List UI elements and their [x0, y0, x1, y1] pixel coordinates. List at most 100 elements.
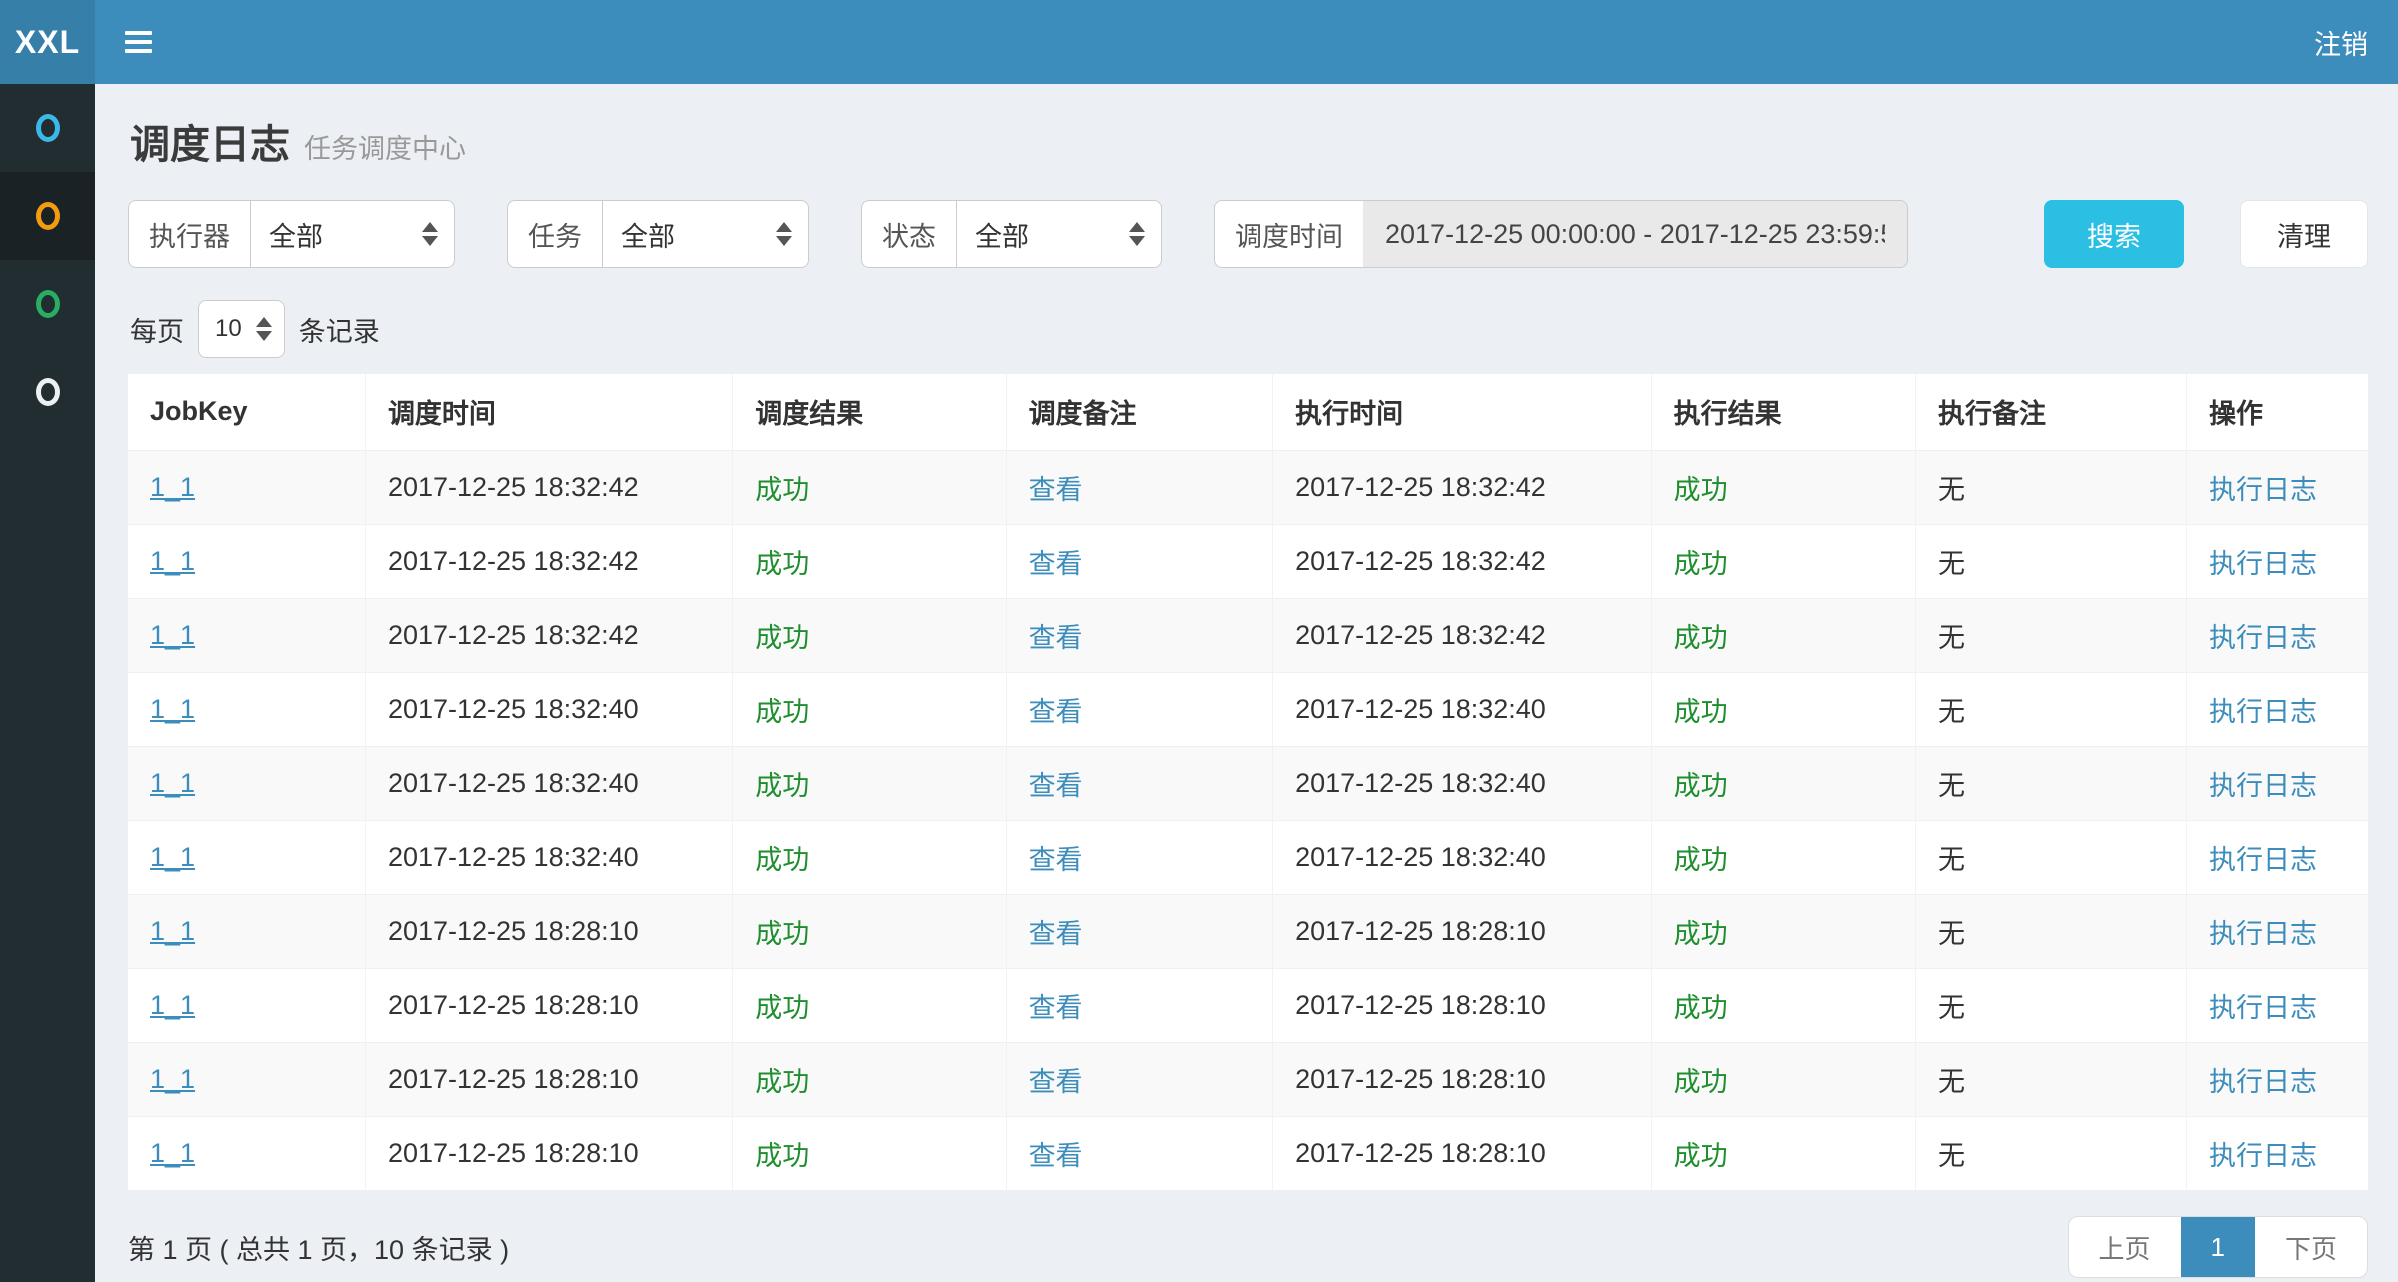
- handle-result-cell: 成功: [1674, 845, 1728, 875]
- status-filter-select[interactable]: 全部: [956, 200, 1162, 268]
- table-row: 1_12017-12-25 18:28:10成功查看2017-12-25 18:…: [128, 1116, 2368, 1190]
- table-cell: 无: [1915, 450, 2186, 524]
- trigger-remark-link[interactable]: 查看: [1029, 475, 1083, 505]
- table-row: 1_12017-12-25 18:32:40成功查看2017-12-25 18:…: [128, 672, 2368, 746]
- table-cell: 成功: [733, 1042, 1006, 1116]
- search-button[interactable]: 搜索: [2044, 200, 2184, 268]
- table-cell: 成功: [733, 894, 1006, 968]
- jobkey-link[interactable]: 1_1: [150, 546, 195, 576]
- handle-result-cell: 成功: [1674, 623, 1728, 653]
- handle-result-cell: 成功: [1674, 919, 1728, 949]
- trigger-remark-link[interactable]: 查看: [1029, 919, 1083, 949]
- column-header: 调度备注: [1006, 374, 1273, 450]
- sidebar-item-3[interactable]: [0, 260, 95, 348]
- exec-log-link[interactable]: 执行日志: [2209, 623, 2317, 653]
- table-cell: 查看: [1006, 894, 1273, 968]
- handle-remark-cell: 无: [1938, 1141, 1965, 1171]
- table-cell: 2017-12-25 18:32:42: [1273, 524, 1652, 598]
- jobkey-link[interactable]: 1_1: [150, 916, 195, 946]
- trigger-remark-link[interactable]: 查看: [1029, 771, 1083, 801]
- table-cell: 成功: [733, 968, 1006, 1042]
- exec-log-link[interactable]: 执行日志: [2209, 771, 2317, 801]
- trigger-remark-link[interactable]: 查看: [1029, 549, 1083, 579]
- handle-time-cell: 2017-12-25 18:28:10: [1295, 916, 1546, 946]
- column-header: 执行备注: [1915, 374, 2186, 450]
- jobkey-link[interactable]: 1_1: [150, 990, 195, 1020]
- circle-icon: [36, 202, 60, 230]
- page-size-value: 10: [215, 315, 242, 343]
- trigger-time-range-input[interactable]: [1363, 200, 1908, 268]
- jobkey-link[interactable]: 1_1: [150, 842, 195, 872]
- trigger-remark-link[interactable]: 查看: [1029, 623, 1083, 653]
- table-cell: 2017-12-25 18:28:10: [365, 1042, 732, 1116]
- jobkey-link[interactable]: 1_1: [150, 768, 195, 798]
- table-cell: 执行日志: [2187, 598, 2369, 672]
- jobkey-link[interactable]: 1_1: [150, 472, 195, 502]
- handle-time-cell: 2017-12-25 18:28:10: [1295, 990, 1546, 1020]
- handle-result-cell: 成功: [1674, 771, 1728, 801]
- table-cell: 无: [1915, 894, 2186, 968]
- trigger-remark-link[interactable]: 查看: [1029, 697, 1083, 727]
- exec-log-link[interactable]: 执行日志: [2209, 919, 2317, 949]
- page-size-select[interactable]: 10: [198, 300, 285, 358]
- sidebar-item-1[interactable]: [0, 84, 95, 172]
- exec-log-link[interactable]: 执行日志: [2209, 697, 2317, 727]
- trigger-remark-link[interactable]: 查看: [1029, 845, 1083, 875]
- current-page-button[interactable]: 1: [2181, 1217, 2255, 1277]
- circle-icon: [36, 378, 60, 406]
- table-cell: 查看: [1006, 1116, 1273, 1190]
- exec-log-link[interactable]: 执行日志: [2209, 549, 2317, 579]
- jobkey-link[interactable]: 1_1: [150, 1138, 195, 1168]
- table-cell: 执行日志: [2187, 524, 2369, 598]
- table-cell: 2017-12-25 18:32:42: [1273, 450, 1652, 524]
- trigger-time-cell: 2017-12-25 18:32:40: [388, 842, 639, 872]
- exec-log-link[interactable]: 执行日志: [2209, 993, 2317, 1023]
- exec-log-link[interactable]: 执行日志: [2209, 1067, 2317, 1097]
- page-header: 调度日志任务调度中心: [128, 84, 2368, 194]
- table-cell: 无: [1915, 820, 2186, 894]
- exec-log-link[interactable]: 执行日志: [2209, 1141, 2317, 1171]
- next-page-button[interactable]: 下页: [2255, 1217, 2367, 1277]
- table-cell: 查看: [1006, 968, 1273, 1042]
- table-cell: 成功: [1651, 894, 1915, 968]
- column-header: 调度时间: [365, 374, 732, 450]
- trigger-time-cell: 2017-12-25 18:28:10: [388, 916, 639, 946]
- table-cell: 2017-12-25 18:32:40: [365, 820, 732, 894]
- handle-remark-cell: 无: [1938, 623, 1965, 653]
- trigger-result-cell: 成功: [755, 697, 809, 727]
- pagination: 上页 1 下页: [2068, 1216, 2369, 1278]
- page-size-row: 每页 10 条记录: [130, 300, 2368, 358]
- clear-button[interactable]: 清理: [2240, 200, 2368, 268]
- app-logo[interactable]: XXL: [0, 0, 95, 84]
- sidebar-item-4[interactable]: [0, 348, 95, 436]
- table-cell: 2017-12-25 18:32:42: [365, 450, 732, 524]
- table-row: 1_1 2017-12-25 18:32:40 成功 查看 2017-12-25 18:…: [128, 820, 2368, 894]
- trigger-remark-link[interactable]: 查看: [1029, 1067, 1083, 1097]
- trigger-remark-link[interactable]: 查看: [1029, 1141, 1083, 1171]
- jobkey-link[interactable]: 1_1: [150, 620, 195, 650]
- trigger-result-cell: 成功: [755, 1141, 809, 1171]
- table-row: 1_12017-12-25 18:28:10成功查看2017-12-25 18:…: [128, 1042, 2368, 1116]
- table-cell: 1_1: [128, 746, 365, 820]
- table-cell: 无: [1915, 1042, 2186, 1116]
- trigger-time-cell: 2017-12-25 18:28:10: [388, 990, 639, 1020]
- table-cell: 1_1: [128, 524, 365, 598]
- executor-filter-select[interactable]: 全部: [250, 200, 455, 268]
- jobkey-link[interactable]: 1_1: [150, 1064, 195, 1094]
- table-cell: 成功: [1651, 968, 1915, 1042]
- logout-link[interactable]: 注销: [2284, 0, 2398, 84]
- sidebar-item-2[interactable]: [0, 172, 95, 260]
- handle-time-cell: 2017-12-25 18:32:40: [1295, 842, 1546, 872]
- sidebar-toggle-button[interactable]: [95, 0, 181, 84]
- handle-time-cell: 2017-12-25 18:28:10: [1295, 1064, 1546, 1094]
- table-cell: 查看: [1006, 672, 1273, 746]
- exec-log-link[interactable]: 执行日志: [2209, 845, 2317, 875]
- pagination-summary: 第 1 页 ( 总共 1 页，10 条记录 ): [128, 1228, 509, 1267]
- exec-log-link[interactable]: 执行日志: [2209, 475, 2317, 505]
- prev-page-button[interactable]: 上页: [2069, 1217, 2181, 1277]
- jobkey-link[interactable]: 1_1: [150, 694, 195, 724]
- table-cell: 执行日志: [2187, 672, 2369, 746]
- job-filter-select[interactable]: 全部: [602, 200, 809, 268]
- table-cell: 执行日志: [2187, 1116, 2369, 1190]
- trigger-remark-link[interactable]: 查看: [1029, 993, 1083, 1023]
